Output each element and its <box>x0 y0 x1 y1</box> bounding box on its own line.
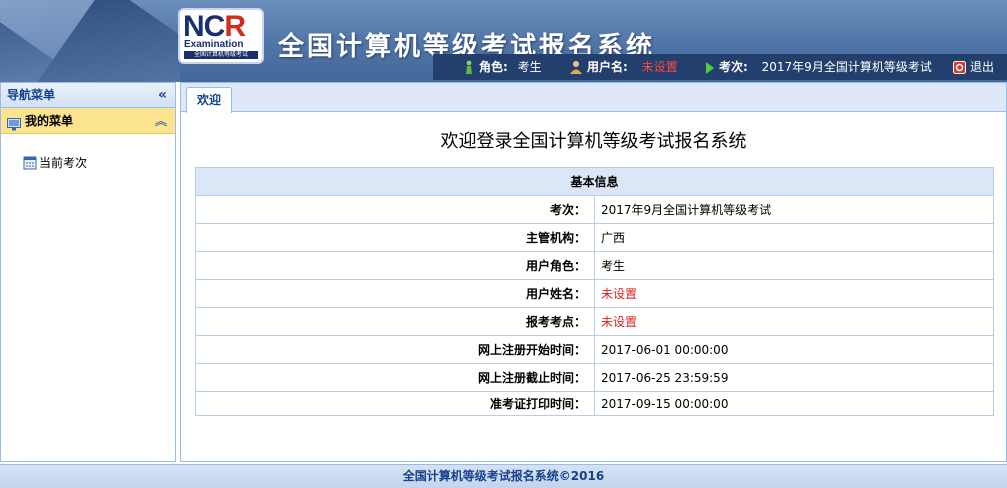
table-row: 网上注册开始时间： 2017-06-01 00:00:00 <box>195 335 994 364</box>
nav-panel: 导航菜单 « 我的菜单 ︽ 当前考次 <box>0 82 176 462</box>
row-value: 2017年9月全国计算机等级考试 <box>594 195 994 224</box>
row-key: 网上注册开始时间： <box>195 335 595 364</box>
row-value: 未设置 <box>594 279 994 308</box>
table-row: 用户角色： 考生 <box>195 251 994 280</box>
role-info: 角色: 考生 <box>463 59 542 78</box>
table-row: 准考证打印时间： 2017-09-15 00:00:00 <box>195 391 994 416</box>
row-key: 网上注册截止时间： <box>195 363 595 392</box>
table-row: 用户姓名： 未设置 <box>195 279 994 308</box>
table-row: 考次： 2017年9月全国计算机等级考试 <box>195 195 994 224</box>
logo-sub: Examination <box>184 39 244 50</box>
row-key: 主管机构： <box>195 223 595 252</box>
footer: 全国计算机等级考试报名系统©2016 <box>0 464 1007 488</box>
logout-icon <box>953 61 966 78</box>
collapse-left-icon[interactable]: « <box>158 83 167 107</box>
row-value: 2017-06-25 23:59:59 <box>594 363 994 392</box>
footer-text: 全国计算机等级考试报名系统©2016 <box>402 469 605 483</box>
nav-header: 导航菜单 « <box>1 83 175 108</box>
tab-strip: 欢迎 <box>181 83 1006 113</box>
row-value: 未设置 <box>594 307 994 336</box>
exam-info: 考次: 2017年9月全国计算机等级考试 <box>705 59 932 78</box>
logo: NCR Examination 全国计算机等级考试 <box>180 10 262 62</box>
person-icon <box>463 60 475 78</box>
menu-section-title: 我的菜单 <box>25 114 74 128</box>
nav-title: 导航菜单 <box>7 88 56 102</box>
main-panel: 欢迎 欢迎登录全国计算机等级考试报名系统 基本信息 考次： 2017年9月全国计… <box>180 82 1007 462</box>
sidebar-item-current-exam[interactable]: 当前考次 <box>23 155 87 174</box>
tab-welcome[interactable]: 欢迎 <box>186 87 232 113</box>
calendar-icon <box>23 156 37 174</box>
user-value: 未设置 <box>641 60 678 74</box>
row-value: 考生 <box>594 251 994 280</box>
play-arrow-icon <box>705 62 715 78</box>
logout-button[interactable]: 退出 <box>953 59 994 78</box>
row-key: 考次： <box>195 195 595 224</box>
chevron-up-icon[interactable]: ︽ <box>155 108 167 134</box>
role-label: 角色: <box>479 60 508 74</box>
monitor-icon <box>7 114 21 140</box>
welcome-heading: 欢迎登录全国计算机等级考试报名系统 <box>440 131 747 152</box>
row-key: 用户姓名： <box>195 279 595 308</box>
row-key: 准考证打印时间： <box>195 391 595 416</box>
header: NCR Examination 全国计算机等级考试 全国计算机等级考试报名系统 … <box>0 0 1007 82</box>
logout-label: 退出 <box>970 60 995 74</box>
basic-info-table: 基本信息 考次： 2017年9月全国计算机等级考试 主管机构： 广西 用户角色：… <box>195 167 994 416</box>
row-value: 2017-06-01 00:00:00 <box>594 335 994 364</box>
row-key: 用户角色： <box>195 251 595 280</box>
user-info-bar: 角色: 考生 用户名: 未设置 考次: 2017年9月全国计算机等级考试 退出 <box>433 54 1007 80</box>
row-value: 2017-09-15 00:00:00 <box>594 391 994 416</box>
table-row: 主管机构： 广西 <box>195 223 994 252</box>
user-icon <box>569 60 583 78</box>
table-row: 网上注册截止时间： 2017-06-25 23:59:59 <box>195 363 994 392</box>
row-value: 广西 <box>594 223 994 252</box>
table-row: 报考考点： 未设置 <box>195 307 994 336</box>
logo-caption: 全国计算机等级考试 <box>184 51 258 59</box>
exam-label: 考次: <box>719 60 748 74</box>
sidebar-item-label: 当前考次 <box>39 156 88 170</box>
user-label: 用户名: <box>587 60 628 74</box>
exam-value: 2017年9月全国计算机等级考试 <box>761 60 932 74</box>
table-title: 基本信息 <box>195 167 994 196</box>
user-info: 用户名: 未设置 <box>569 59 678 78</box>
menu-section-my-menu[interactable]: 我的菜单 ︽ <box>1 108 175 134</box>
role-value: 考生 <box>517 60 542 74</box>
header-decoration <box>0 0 180 82</box>
row-key: 报考考点： <box>195 307 595 336</box>
